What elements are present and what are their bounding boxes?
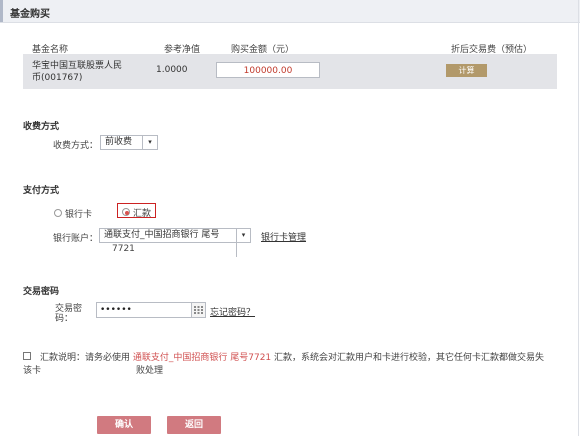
page-title: 基金购买 <box>10 9 50 20</box>
keypad-grid <box>194 306 203 314</box>
remit-note-checkbox[interactable] <box>23 352 31 360</box>
forgot-password-link[interactable]: 忘记密码？ <box>210 305 255 318</box>
bank-account-label: 银行账户： <box>53 234 99 244</box>
back-button[interactable]: 返回 <box>167 416 221 434</box>
remit-note-prefix: 汇款说明：请务必使用 <box>40 353 131 363</box>
header-accent <box>0 0 3 22</box>
radio-bank-card[interactable] <box>54 209 62 217</box>
fund-nav: 1.0000 <box>156 65 188 75</box>
password-section-title: 交易密码 <box>23 287 60 297</box>
amount-input[interactable]: 100000.00 <box>216 62 320 78</box>
remit-note-line2-right: 败处理 <box>136 366 164 376</box>
calculate-button[interactable]: 计算 <box>446 64 487 77</box>
fund-name-line2: 币(001767) <box>32 73 83 83</box>
bank-account-tail: 7721 <box>112 244 135 254</box>
payment-section-title: 支付方式 <box>23 186 60 196</box>
select-dropdown-edge <box>236 243 237 257</box>
radio-bank-card-label: 银行卡 <box>65 210 93 220</box>
radio-selected-dot <box>125 211 129 215</box>
fee-section-title: 收费方式 <box>23 122 60 132</box>
bank-account-value: 通联支付_中国招商银行 尾号 <box>104 230 220 240</box>
bank-card-manage-link[interactable]: 银行卡管理 <box>261 230 306 243</box>
page-header <box>0 0 580 23</box>
bank-account-select[interactable]: 通联支付_中国招商银行 尾号 <box>99 228 251 243</box>
right-border <box>578 0 579 436</box>
radio-remittance[interactable] <box>122 208 130 216</box>
fee-select-value: 前收费 <box>105 137 133 147</box>
chevron-down-icon[interactable]: ▾ <box>142 136 157 149</box>
remit-note-line2-left: 该卡 <box>23 366 42 376</box>
password-input[interactable]: •••••• <box>96 302 192 318</box>
fee-label: 收费方式： <box>53 141 99 151</box>
chevron-down-icon[interactable]: ▾ <box>236 229 250 242</box>
password-label-line2: 码： <box>55 314 74 324</box>
radio-remittance-label: 汇款 <box>133 209 152 219</box>
keypad-icon[interactable] <box>192 302 206 318</box>
remit-note-account: 通联支付_中国招商银行 尾号7721 <box>132 353 272 363</box>
remit-note-suffix: 汇款，系统会对汇款用户和卡进行校验，其它任何卡汇款都做交易失 <box>274 353 545 363</box>
confirm-button[interactable]: 确认 <box>97 416 151 434</box>
remit-note-line1: 汇款说明：请务必使用 通联支付_中国招商银行 尾号7721 汇款，系统会对汇款用… <box>40 350 544 363</box>
